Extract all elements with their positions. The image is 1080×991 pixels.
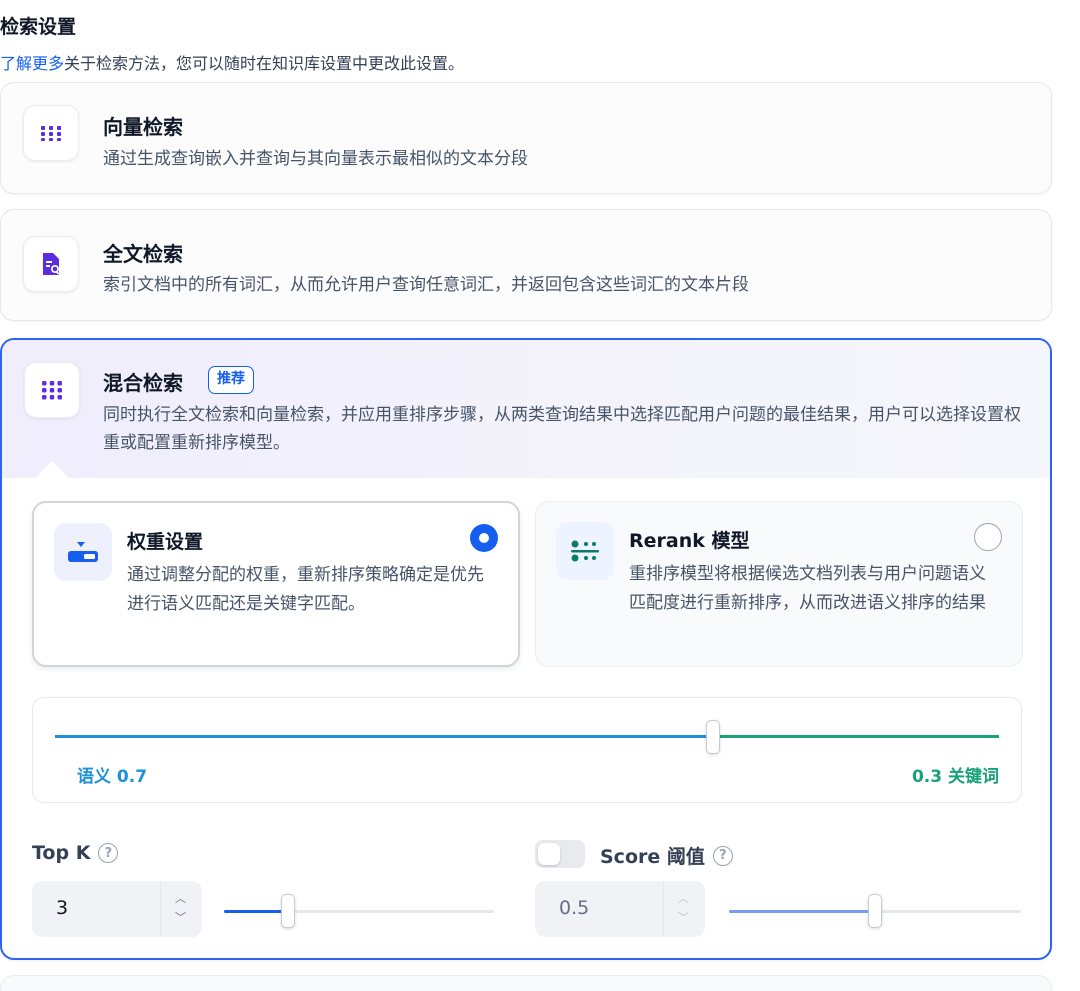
score-threshold-slider[interactable]	[729, 894, 1021, 928]
chevron-down-icon[interactable]: ﹀	[175, 909, 186, 925]
recommended-badge: 推荐	[208, 366, 254, 394]
grid-dots-icon	[24, 362, 80, 418]
top-k-slider[interactable]	[224, 894, 494, 928]
help-circle-icon[interactable]: ?	[712, 845, 733, 866]
fulltext-search-title: 全文检索	[103, 242, 183, 266]
top-k-slider-fill	[224, 910, 288, 913]
fulltext-search-card[interactable]: 全文检索 索引文档中的所有词汇，从而允许用户查询任意词汇，并返回包含这些词汇的文…	[0, 209, 1052, 321]
hybrid-search-desc: 同时执行全文检索和向量检索，并应用重排序步骤，从两类查询结果中选择匹配用户问题的…	[103, 405, 1021, 453]
rerank-model-option[interactable]: Rerank 模型 重排序模型将根据候选文档列表与用户问题语义匹配度进行重新排序…	[535, 501, 1023, 667]
rerank-model-title: Rerank 模型	[629, 530, 750, 552]
chevron-up-icon[interactable]: ︿	[175, 890, 186, 906]
weight-slider-icon	[54, 523, 112, 581]
score-threshold-label-text: Score 阈值	[600, 846, 705, 868]
fulltext-search-desc: 索引文档中的所有词汇，从而允许用户查询任意词汇，并返回包含这些词汇的文本片段	[103, 275, 749, 295]
weight-slider-panel: 语义 0.7 0.3 关键词	[32, 697, 1022, 803]
weight-settings-radio[interactable]	[470, 524, 498, 552]
weight-settings-title: 权重设置	[127, 531, 204, 553]
weight-settings-option[interactable]: 权重设置 通过调整分配的权重，重新排序策略确定是优先进行语义匹配还是关键字匹配。	[32, 501, 520, 667]
document-search-icon	[23, 236, 79, 292]
score-threshold-stepper-arrows[interactable]: ︿ ﹀	[663, 881, 705, 937]
keyword-weight-track[interactable]	[713, 735, 999, 738]
hybrid-search-card[interactable]: 混合检索 推荐 同时执行全文检索和向量检索，并应用重排序步骤，从两类查询结果中选…	[0, 338, 1052, 960]
top-k-label-text: Top K	[32, 842, 91, 864]
page-title: 检索设置	[0, 16, 77, 38]
top-k-value[interactable]: 3	[56, 897, 68, 919]
score-threshold-toggle[interactable]	[535, 840, 585, 868]
rerank-model-desc: 重排序模型将根据候选文档列表与用户问题语义匹配度进行重新排序，从而改进语义排序的…	[629, 564, 986, 613]
semantic-weight-track[interactable]	[55, 735, 713, 738]
score-threshold-label: Score 阈值 ?	[600, 842, 733, 869]
top-k-slider-thumb[interactable]	[281, 894, 295, 928]
rerank-model-radio[interactable]	[974, 523, 1002, 551]
subtitle: 了解更多关于检索方法，您可以随时在知识库设置中更改此设置。	[0, 50, 464, 74]
subtitle-text: 关于检索方法，您可以随时在知识库设置中更改此设置。	[64, 54, 465, 73]
vector-search-card[interactable]: 向量检索 通过生成查询嵌入并查询与其向量表示最相似的文本分段	[0, 82, 1052, 194]
top-k-stepper-arrows[interactable]: ︿ ﹀	[160, 881, 202, 937]
next-card-partial	[0, 975, 1052, 991]
top-k-stepper[interactable]: 3 ︿ ﹀	[32, 881, 202, 937]
chevron-down-icon[interactable]: ﹀	[678, 909, 689, 925]
weight-slider-thumb[interactable]	[706, 720, 720, 754]
score-threshold-slider-thumb[interactable]	[868, 894, 882, 928]
score-threshold-slider-fill	[729, 910, 875, 913]
score-threshold-stepper[interactable]: 0.5 ︿ ﹀	[535, 881, 705, 937]
semantic-weight-label: 语义 0.7	[77, 767, 148, 787]
chevron-up-icon[interactable]: ︿	[678, 890, 689, 906]
keyword-weight-label: 0.3 关键词	[911, 767, 999, 787]
vector-search-title: 向量检索	[103, 115, 183, 139]
top-k-label: Top K ?	[32, 842, 119, 864]
help-circle-icon[interactable]: ?	[98, 843, 119, 863]
learn-more-link[interactable]: 了解更多	[0, 54, 64, 73]
grid-dots-icon	[23, 105, 79, 161]
weight-settings-desc: 通过调整分配的权重，重新排序策略确定是优先进行语义匹配还是关键字匹配。	[127, 565, 484, 614]
score-threshold-value[interactable]: 0.5	[559, 897, 589, 919]
vector-search-desc: 通过生成查询嵌入并查询与其向量表示最相似的文本分段	[103, 149, 528, 169]
hybrid-search-title: 混合检索	[103, 371, 183, 395]
rerank-icon	[556, 522, 614, 580]
